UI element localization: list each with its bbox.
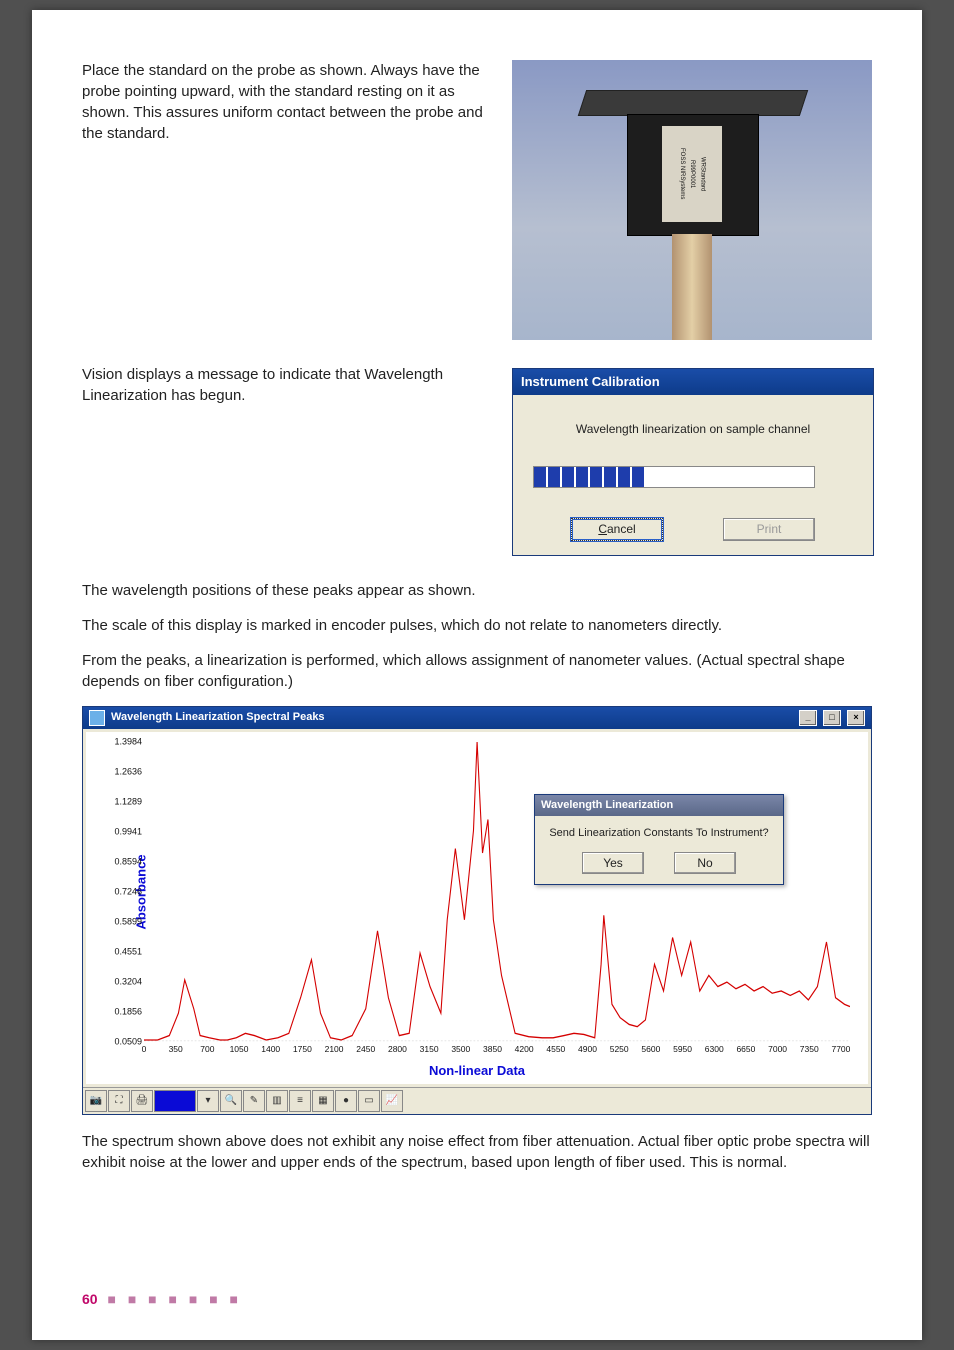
probe-label-text: WRStandard bbox=[698, 157, 706, 191]
toolbar-marker-icon[interactable]: ● bbox=[335, 1090, 357, 1112]
x-tick-label: 350 bbox=[169, 1044, 183, 1056]
chart-toolbar: 📷 ⛶ 🖨 ▾ 🔍 ✎ ▥ ≡ ▦ ● ▭ 📈 bbox=[83, 1087, 871, 1114]
y-tick-label: 0.3204 bbox=[96, 975, 142, 988]
x-tick-label: 5600 bbox=[641, 1044, 660, 1056]
toolbar-autoscale-icon[interactable]: ⛶ bbox=[108, 1090, 130, 1112]
toolbar-zoom-icon[interactable]: 🔍 bbox=[220, 1090, 242, 1112]
close-button[interactable]: × bbox=[847, 710, 865, 726]
probe-label-text: FOSS NIRSystems bbox=[677, 148, 685, 199]
x-tick-label: 6650 bbox=[736, 1044, 755, 1056]
y-tick-label: 0.0509 bbox=[96, 1035, 142, 1048]
x-axis-label: Non-linear Data bbox=[100, 1062, 854, 1080]
calibration-dialog: Instrument Calibration Wavelength linear… bbox=[512, 368, 874, 556]
print-button[interactable]: Print bbox=[723, 518, 815, 541]
maximize-button[interactable]: □ bbox=[823, 710, 841, 726]
x-tick-label: 7700 bbox=[831, 1044, 850, 1056]
y-tick-label: 1.3984 bbox=[96, 735, 142, 748]
probe-label-text: R99P0001 bbox=[688, 160, 696, 188]
x-tick-label: 2100 bbox=[325, 1044, 344, 1056]
chart-window: Wavelength Linearization Spectral Peaks … bbox=[82, 706, 872, 1115]
toolbar-dropdown-icon[interactable]: ▾ bbox=[197, 1090, 219, 1112]
x-tick-label: 3500 bbox=[451, 1044, 470, 1056]
x-tick-label: 2450 bbox=[356, 1044, 375, 1056]
minimize-button[interactable]: _ bbox=[799, 710, 817, 726]
probe-photo: WRStandard R99P0001 FOSS NIRSystems bbox=[512, 60, 872, 340]
toolbar-legend-icon[interactable]: ✎ bbox=[243, 1090, 265, 1112]
no-button[interactable]: No bbox=[674, 852, 736, 875]
page-footer: 60 ■ ■ ■ ■ ■ ■ ■ bbox=[82, 1290, 242, 1310]
toolbar-print-icon[interactable]: 🖨 bbox=[131, 1090, 153, 1112]
page-number: 60 bbox=[82, 1291, 98, 1307]
x-tick-label: 3850 bbox=[483, 1044, 502, 1056]
toolbar-bars-icon[interactable]: ▥ bbox=[266, 1090, 288, 1112]
toolbar-list-icon[interactable]: ≡ bbox=[289, 1090, 311, 1112]
x-tick-label: 4550 bbox=[546, 1044, 565, 1056]
x-tick-label: 1050 bbox=[230, 1044, 249, 1056]
x-tick-label: 3150 bbox=[420, 1044, 439, 1056]
progress-bar bbox=[533, 466, 815, 488]
x-tick-label: 5250 bbox=[610, 1044, 629, 1056]
dialog-title: Instrument Calibration bbox=[513, 369, 873, 395]
yes-button[interactable]: Yes bbox=[582, 852, 644, 875]
y-tick-label: 0.4551 bbox=[96, 945, 142, 958]
paragraph: Place the standard on the probe as shown… bbox=[82, 60, 488, 144]
y-tick-label: 1.1289 bbox=[96, 795, 142, 808]
cancel-button[interactable]: Cancel bbox=[571, 518, 663, 541]
dialog-message: Wavelength linearization on sample chann… bbox=[523, 421, 863, 438]
y-tick-label: 0.5899 bbox=[96, 915, 142, 928]
app-icon bbox=[89, 710, 105, 726]
x-tick-label: 7000 bbox=[768, 1044, 787, 1056]
x-tick-label: 1400 bbox=[261, 1044, 280, 1056]
y-tick-label: 0.8594 bbox=[96, 855, 142, 868]
chart-plot-area: Absorbance Wavelength Linearization Send… bbox=[144, 742, 850, 1042]
toolbar-camera-icon[interactable]: 📷 bbox=[85, 1090, 107, 1112]
toolbar-color-swatch[interactable] bbox=[154, 1090, 196, 1112]
x-tick-label: 2800 bbox=[388, 1044, 407, 1056]
dialog-title: Wavelength Linearization bbox=[535, 795, 783, 816]
toolbar-stats-icon[interactable]: 📈 bbox=[381, 1090, 403, 1112]
paragraph: The scale of this display is marked in e… bbox=[82, 615, 872, 636]
y-tick-label: 0.1856 bbox=[96, 1005, 142, 1018]
x-tick-label: 6300 bbox=[705, 1044, 724, 1056]
x-tick-label: 0 bbox=[142, 1044, 147, 1056]
y-tick-label: 0.9941 bbox=[96, 825, 142, 838]
x-tick-label: 1750 bbox=[293, 1044, 312, 1056]
y-tick-label: 0.7246 bbox=[96, 885, 142, 898]
footer-dots: ■ ■ ■ ■ ■ ■ ■ bbox=[107, 1291, 242, 1307]
window-title: Wavelength Linearization Spectral Peaks bbox=[111, 710, 325, 725]
y-tick-label: 1.2636 bbox=[96, 765, 142, 778]
toolbar-annotate-icon[interactable]: ▭ bbox=[358, 1090, 380, 1112]
x-tick-label: 7350 bbox=[800, 1044, 819, 1056]
toolbar-table-icon[interactable]: ▦ bbox=[312, 1090, 334, 1112]
x-tick-label: 4900 bbox=[578, 1044, 597, 1056]
paragraph: The wavelength positions of these peaks … bbox=[82, 580, 872, 601]
x-tick-label: 5950 bbox=[673, 1044, 692, 1056]
x-tick-label: 700 bbox=[200, 1044, 214, 1056]
confirmation-dialog: Wavelength Linearization Send Linearizat… bbox=[534, 794, 784, 886]
x-tick-label: 4200 bbox=[515, 1044, 534, 1056]
paragraph: The spectrum shown above does not exhibi… bbox=[82, 1131, 872, 1173]
paragraph: From the peaks, a linearization is perfo… bbox=[82, 650, 872, 692]
dialog-message: Send Linearization Constants To Instrume… bbox=[543, 826, 775, 841]
paragraph: Vision displays a message to indicate th… bbox=[82, 364, 488, 406]
